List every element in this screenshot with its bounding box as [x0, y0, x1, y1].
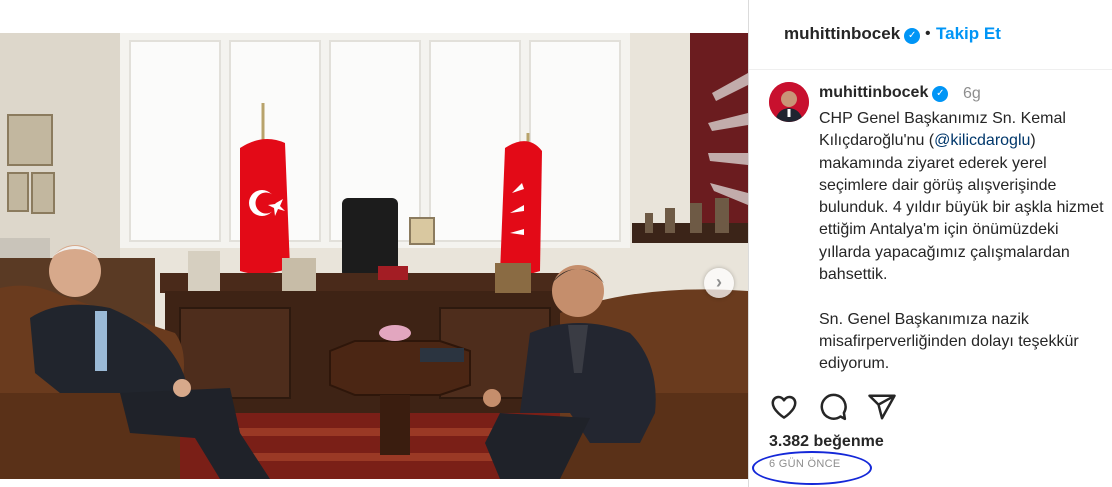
caption-text-after: ) makamında ziyaret ederek yerel seçimle… — [819, 132, 1104, 373]
verified-badge-icon: ✓ — [932, 86, 949, 102]
caption-block: muhittinbocek ✓ 6g CHP Genel Başkanımız S… — [749, 70, 1112, 378]
post-header: muhittinbocek ✓ • Takip Et — [749, 0, 1112, 70]
header-username[interactable]: muhittinbocek — [784, 24, 900, 43]
post-photo[interactable] — [0, 33, 748, 479]
comment-button[interactable] — [818, 392, 848, 422]
chevron-right-icon: › — [716, 272, 722, 292]
follow-button[interactable]: Takip Et — [936, 24, 1001, 44]
caption-username-wrap: muhittinbocek ✓ — [819, 84, 949, 102]
like-button[interactable] — [769, 392, 799, 422]
caption-username[interactable]: muhittinbocek — [819, 84, 928, 101]
office-meeting-illustration — [0, 33, 748, 479]
heart-icon — [771, 395, 797, 419]
comment-bubble-icon — [820, 393, 847, 421]
send-paper-plane-icon — [868, 394, 896, 420]
avatar[interactable] — [769, 82, 809, 122]
instagram-post-view: › muhittinbocek ✓ • Takip Et muhittinboc… — [0, 0, 1112, 487]
header-separator: • — [925, 25, 931, 42]
verified-badge-icon: ✓ — [904, 28, 921, 44]
share-button[interactable] — [867, 392, 897, 422]
header-username-wrap: muhittinbocek ✓ — [784, 24, 921, 44]
posted-ago[interactable]: 6 GÜN ÖNCE — [769, 458, 840, 470]
post-media-area: › — [0, 0, 748, 487]
caption-mention-link[interactable]: @kilicdaroglu — [934, 132, 1030, 149]
post-side-panel: muhittinbocek ✓ • Takip Et muhittinbocek ✓… — [749, 0, 1112, 487]
next-photo-button[interactable]: › — [704, 268, 734, 298]
avatar-portrait-icon — [769, 82, 809, 122]
likes-count[interactable]: 3.382 beğenme — [769, 433, 884, 451]
caption-text: CHP Genel Başkanımız Sn. Kemal Kılıçdaro… — [819, 108, 1109, 376]
action-bar — [749, 388, 1112, 428]
caption-time[interactable]: 6g — [963, 85, 981, 103]
